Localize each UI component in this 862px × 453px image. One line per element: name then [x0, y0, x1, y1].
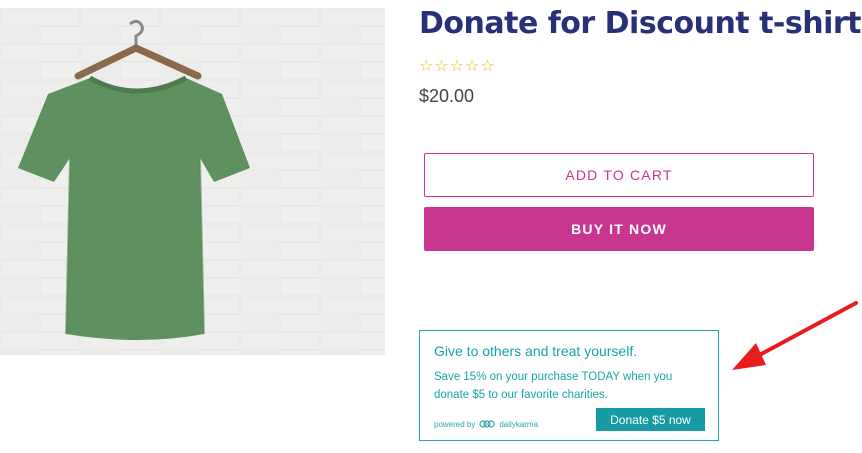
rating-stars[interactable]: ☆ ☆ ☆ ☆ ☆: [419, 57, 495, 75]
star-outline-icon: ☆: [480, 56, 495, 75]
star-outline-icon: ☆: [434, 56, 449, 75]
brand-name: dailykarma: [499, 419, 539, 429]
star-outline-icon: ☆: [419, 56, 434, 75]
tshirt-photo: [0, 8, 385, 355]
product-title: Donate for Discount t-shirt: [419, 6, 862, 41]
widget-description: Save 15% on your purchase TODAY when you…: [434, 371, 673, 401]
donate-button[interactable]: Donate $5 now: [596, 408, 705, 431]
product-price: $20.00: [419, 86, 475, 106]
donation-widget: Give to others and treat yourself. Save …: [419, 330, 719, 441]
widget-heading: Give to others and treat yourself.: [434, 343, 638, 359]
powered-by-label: powered by: [434, 419, 476, 429]
dailykarma-logo-icon: [479, 419, 495, 429]
star-outline-icon: ☆: [449, 56, 465, 75]
red-arrow-icon: [732, 301, 858, 370]
product-image[interactable]: [0, 8, 385, 355]
add-to-cart-button[interactable]: ADD TO CART: [424, 153, 814, 197]
star-outline-icon: ☆: [465, 56, 480, 75]
powered-by: powered by dailykarma: [434, 419, 538, 429]
buy-it-now-button[interactable]: BUY IT NOW: [424, 207, 814, 251]
